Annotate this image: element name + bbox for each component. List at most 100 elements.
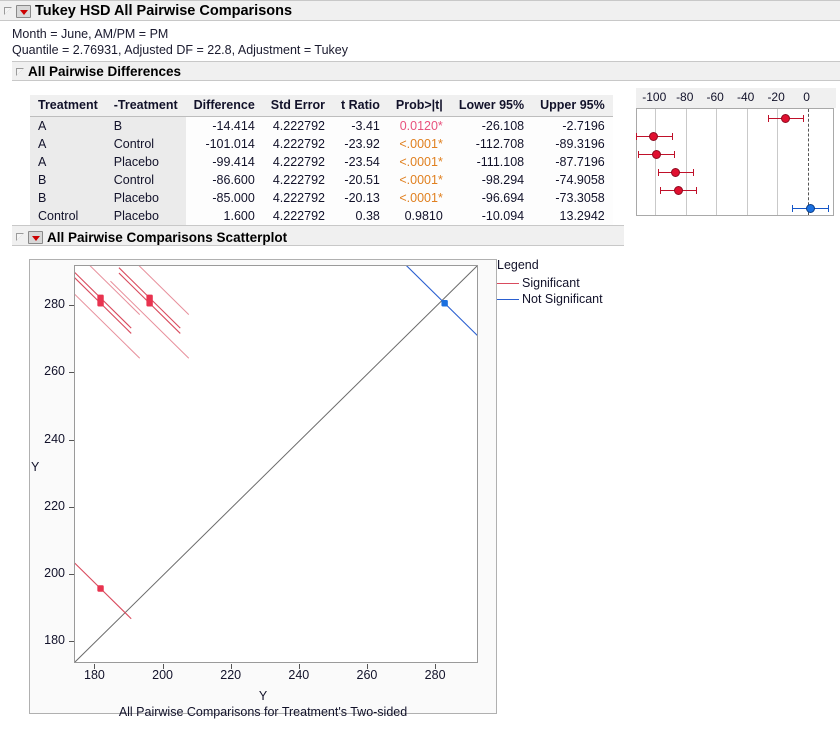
cell-lower-95: -96.694 xyxy=(451,189,532,207)
forest-ci-cap xyxy=(638,151,639,158)
forest-ci-cap xyxy=(792,205,793,212)
disclosure-triangle-icon[interactable] xyxy=(16,233,25,242)
table-body: AB-14.4144.222792-3.410.0120*-26.108-2.7… xyxy=(30,117,613,226)
cell-prob: 0.9810 xyxy=(388,207,451,226)
cell-lower-95: -98.294 xyxy=(451,171,532,189)
column-header-std-error[interactable]: Std Error xyxy=(263,95,333,117)
identity-line xyxy=(75,266,477,662)
forest-gridline xyxy=(655,109,656,215)
forest-ci-cap xyxy=(803,115,804,122)
cell-difference: -99.414 xyxy=(186,153,263,171)
page-title: Tukey HSD All Pairwise Comparisons xyxy=(35,3,292,19)
x-tick-label-220: 220 xyxy=(211,668,251,682)
scatter-point[interactable] xyxy=(146,300,152,306)
cell-treatment: A xyxy=(30,117,106,136)
y-tick-mark xyxy=(69,507,74,508)
legend-label-significant: Significant xyxy=(522,276,580,290)
forest-xtick--60: -60 xyxy=(701,90,729,104)
cell-treatment: Control xyxy=(30,207,106,226)
x-axis-label: Y xyxy=(30,689,496,703)
scatter-point[interactable] xyxy=(441,300,447,306)
scatterplot-section-header[interactable]: All Pairwise Comparisons Scatterplot xyxy=(12,225,624,246)
cell-prob: <.0001* xyxy=(388,171,451,189)
tukey-hsd-section-header[interactable]: Tukey HSD All Pairwise Comparisons xyxy=(0,0,840,21)
table-row[interactable]: BControl-86.6004.222792-20.51<.0001*-98.… xyxy=(30,171,613,189)
legend-item-significant[interactable]: Significant xyxy=(497,275,637,291)
forest-ci-cap xyxy=(658,169,659,176)
forest-xtick-0: 0 xyxy=(793,90,821,104)
cell-minus-treatment: Placebo xyxy=(106,207,186,226)
legend-title: Legend xyxy=(497,258,637,272)
cell-t-ratio: -20.13 xyxy=(333,189,388,207)
column-header-minus-treatment[interactable]: -Treatment xyxy=(106,95,186,117)
comparison-line-not-significant xyxy=(404,266,477,344)
cell-treatment: B xyxy=(30,171,106,189)
x-tick-label-200: 200 xyxy=(143,668,183,682)
forest-estimate-point[interactable] xyxy=(674,186,683,195)
forest-ci-cap xyxy=(674,151,675,158)
y-tick-label-260: 260 xyxy=(25,364,65,378)
cell-minus-treatment: Placebo xyxy=(106,153,186,171)
meta-line-month-ampm: Month = June, AM/PM = PM xyxy=(0,26,168,42)
column-header-prob[interactable]: Prob>|t| xyxy=(388,95,451,117)
cell-upper-95: -74.9058 xyxy=(532,171,613,189)
cell-minus-treatment: B xyxy=(106,117,186,136)
forest-ci-cap xyxy=(693,169,694,176)
forest-estimate-point[interactable] xyxy=(781,114,790,123)
y-tick-label-280: 280 xyxy=(25,297,65,311)
cell-lower-95: -111.108 xyxy=(451,153,532,171)
table-row[interactable]: ControlPlacebo1.6004.2227920.380.9810-10… xyxy=(30,207,613,226)
cell-difference: -85.000 xyxy=(186,189,263,207)
cell-prob: <.0001* xyxy=(388,135,451,153)
forest-ci-cap xyxy=(636,133,637,140)
x-tick-label-240: 240 xyxy=(279,668,319,682)
forest-xtick--40: -40 xyxy=(732,90,760,104)
cell-t-ratio: -23.92 xyxy=(333,135,388,153)
table-row[interactable]: BPlacebo-85.0004.222792-20.13<.0001*-96.… xyxy=(30,189,613,207)
column-header-difference[interactable]: Difference xyxy=(186,95,263,117)
cell-treatment: A xyxy=(30,135,106,153)
all-pairwise-differences-header[interactable]: All Pairwise Differences xyxy=(12,61,840,81)
forest-ci-cap xyxy=(696,187,697,194)
column-header-upper-95[interactable]: Upper 95% xyxy=(532,95,613,117)
scatter-point[interactable] xyxy=(97,300,103,306)
scatterplot-plot-area[interactable] xyxy=(74,265,478,663)
forest-estimate-point[interactable] xyxy=(649,132,658,141)
cell-t-ratio: -23.54 xyxy=(333,153,388,171)
disclosure-triangle-icon[interactable] xyxy=(4,7,13,16)
table-row[interactable]: AControl-101.0144.222792-23.92<.0001*-11… xyxy=(30,135,613,153)
y-tick-mark xyxy=(69,574,74,575)
legend-item-not-significant[interactable]: Not Significant xyxy=(497,291,637,307)
cell-upper-95: -87.7196 xyxy=(532,153,613,171)
table-row[interactable]: APlacebo-99.4144.222792-23.54<.0001*-111… xyxy=(30,153,613,171)
column-header-t-ratio[interactable]: t Ratio xyxy=(333,95,388,117)
comparison-confidence-band xyxy=(75,266,140,315)
forest-estimate-point[interactable] xyxy=(806,204,815,213)
cell-upper-95: -89.3196 xyxy=(532,135,613,153)
red-dropdown-triangle-icon[interactable] xyxy=(16,5,31,18)
scatter-point[interactable] xyxy=(97,585,103,591)
x-tick-label-260: 260 xyxy=(347,668,387,682)
forest-estimate-point[interactable] xyxy=(652,150,661,159)
cell-t-ratio: 0.38 xyxy=(333,207,388,226)
column-header-treatment[interactable]: Treatment xyxy=(30,95,106,117)
y-axis-label: Y xyxy=(31,460,39,474)
pairwise-differences-table: Treatment -Treatment Difference Std Erro… xyxy=(30,95,613,226)
y-tick-mark xyxy=(69,440,74,441)
table-row[interactable]: AB-14.4144.222792-3.410.0120*-26.108-2.7… xyxy=(30,117,613,136)
cell-difference: -86.600 xyxy=(186,171,263,189)
forest-ci-cap xyxy=(672,133,673,140)
forest-estimate-point[interactable] xyxy=(671,168,680,177)
cell-minus-treatment: Control xyxy=(106,135,186,153)
y-tick-label-200: 200 xyxy=(25,566,65,580)
x-tick-label-280: 280 xyxy=(415,668,455,682)
cell-std-error: 4.222792 xyxy=(263,135,333,153)
red-dropdown-triangle-icon[interactable] xyxy=(28,231,43,244)
forest-ci-cap xyxy=(828,205,829,212)
forest-plot-area[interactable] xyxy=(636,108,834,216)
column-header-lower-95[interactable]: Lower 95% xyxy=(451,95,532,117)
disclosure-triangle-icon[interactable] xyxy=(16,68,25,77)
cell-t-ratio: -20.51 xyxy=(333,171,388,189)
cell-std-error: 4.222792 xyxy=(263,189,333,207)
cell-minus-treatment: Placebo xyxy=(106,189,186,207)
